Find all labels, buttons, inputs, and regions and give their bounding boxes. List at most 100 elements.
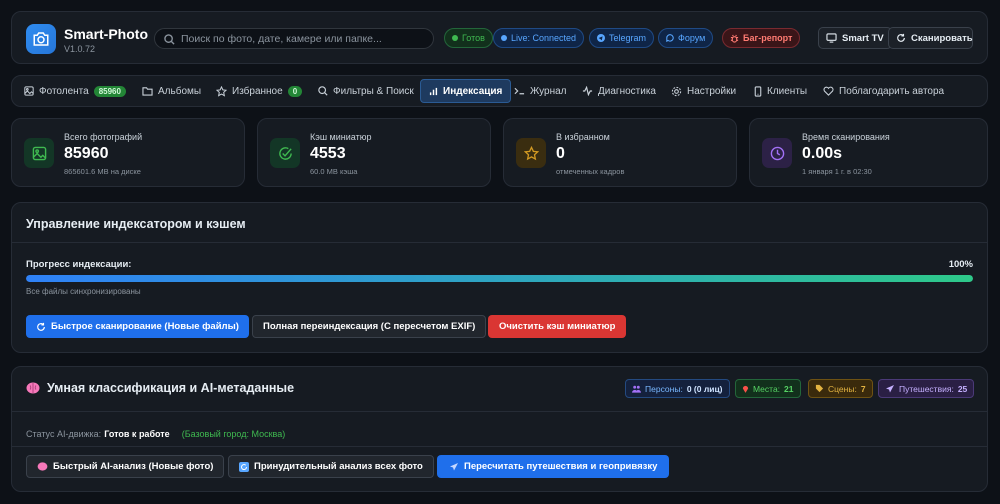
clock-icon: [762, 138, 792, 168]
full-reindex-label: Полная переиндексация (С пересчетом EXIF…: [263, 321, 476, 332]
camera-logo-icon: [26, 24, 56, 54]
scan-label: Сканировать: [911, 32, 973, 44]
tab-settings[interactable]: Настройки: [671, 79, 736, 103]
tab-label: Журнал: [530, 85, 567, 97]
phone-icon: [754, 85, 762, 97]
progress-label: Прогресс индексации:: [26, 259, 132, 270]
bug-report-button[interactable]: Баг-репорт: [722, 28, 801, 48]
refresh-icon: [896, 33, 906, 43]
ai-title: Умная классификация и AI-метаданные: [47, 381, 295, 395]
chat-icon: [666, 34, 674, 42]
stat-sub: отмеченных кадров: [556, 167, 625, 176]
telegram-link[interactable]: Telegram: [589, 28, 655, 48]
tag-icon: [815, 384, 824, 393]
tab-thank-author[interactable]: Поблагодарить автора: [823, 79, 944, 103]
tab-indexing[interactable]: Индексация: [420, 79, 512, 103]
progress-percent: 100%: [948, 259, 973, 270]
tag-label: Места:: [753, 383, 781, 394]
recalc-trips-button[interactable]: Пересчитать путешествия и геопривязку: [437, 455, 670, 478]
app-name: Smart-Photo: [64, 26, 148, 42]
search-placeholder: Поиск по фото, дате, камере или папке...: [181, 33, 382, 45]
star-icon: [516, 138, 546, 168]
tag-label: Путешествия:: [899, 383, 954, 394]
brain-icon: [26, 382, 40, 394]
clear-cache-button[interactable]: Очистить кэш миниатюр: [488, 315, 627, 338]
status-ready-label: Готов: [462, 33, 485, 43]
app-version: V1.0.72: [64, 44, 96, 54]
gear-icon: [671, 86, 682, 97]
persons-tag: Персоны: 0 (0 лиц): [625, 379, 730, 398]
recalc-trips-label: Пересчитать путешествия и геопривязку: [464, 461, 658, 472]
status-badge-ready: Готов: [444, 28, 493, 48]
full-reindex-button[interactable]: Полная переиндексация (С пересчетом EXIF…: [252, 315, 487, 338]
stat-value: 4553: [310, 145, 346, 162]
tab-label: Диагностика: [598, 85, 656, 97]
folder-icon: [142, 86, 153, 96]
tv-icon: [826, 33, 837, 43]
progress-fill: [26, 275, 973, 282]
tab-log[interactable]: Журнал: [514, 79, 567, 103]
image-icon: [24, 138, 54, 168]
stat-label: В избранном: [556, 132, 610, 142]
star-icon: [216, 85, 227, 97]
tab-favorites[interactable]: Избранное 0: [216, 79, 303, 103]
people-icon: [632, 385, 641, 393]
activity-icon: [582, 86, 593, 96]
tab-clients[interactable]: Клиенты: [754, 79, 807, 103]
live-status-badge: Live: Connected: [493, 28, 585, 48]
search-input[interactable]: Поиск по фото, дате, камере или папке...: [154, 28, 434, 49]
telegram-label: Telegram: [609, 33, 647, 43]
top-bar: Smart-Photo V1.0.72 Поиск по фото, дате,…: [11, 11, 988, 64]
tab-filters-search[interactable]: Фильтры & Поиск: [318, 79, 414, 103]
places-tag: Места: 21: [735, 379, 801, 398]
progress-status: Все файлы синхронизированы: [26, 287, 141, 296]
tab-label: Фотолента: [39, 85, 89, 97]
telegram-icon: [597, 34, 605, 42]
live-label: Live: Connected: [511, 33, 577, 43]
tab-label: Клиенты: [767, 85, 808, 97]
bar-chart-icon: [429, 87, 438, 96]
status-dot-icon: [452, 35, 458, 41]
stat-sub: 865601.6 MB на диске: [64, 167, 141, 176]
tab-diagnostics[interactable]: Диагностика: [582, 79, 656, 103]
forum-link[interactable]: Форум: [658, 28, 714, 48]
pin-icon: [742, 384, 749, 393]
stat-label: Кэш миниатюр: [310, 132, 372, 142]
tab-badge: 0: [287, 85, 303, 97]
ai-title-row: Умная классификация и AI-метаданные: [26, 381, 294, 395]
force-analysis-button[interactable]: Принудительный анализ всех фото: [228, 455, 434, 478]
tab-photo-feed[interactable]: Фотолента 85960: [24, 79, 126, 103]
tab-label: Фильтры & Поиск: [333, 85, 414, 97]
terminal-icon: [514, 86, 525, 96]
tab-label: Индексация: [443, 85, 503, 97]
tab-albums[interactable]: Альбомы: [142, 79, 201, 103]
divider: [12, 446, 987, 447]
tag-value: 21: [784, 383, 794, 394]
quick-scan-button[interactable]: Быстрое сканирование (Новые файлы): [26, 315, 249, 338]
trips-tag: Путешествия: 25: [878, 379, 975, 398]
scan-button[interactable]: Сканировать: [888, 27, 973, 49]
divider: [12, 411, 987, 412]
stat-value: 0.00s: [802, 145, 843, 162]
stat-value: 85960: [64, 145, 109, 162]
stat-card-favorites: В избранном 0 отмеченных кадров: [503, 118, 737, 187]
bug-icon: [730, 34, 739, 43]
tab-label: Поблагодарить автора: [839, 85, 945, 97]
refresh-icon: [36, 322, 46, 332]
force-analysis-label: Принудительный анализ всех фото: [254, 461, 423, 472]
quick-ai-label: Быстрый AI-анализ (Новые фото): [53, 461, 214, 472]
ai-status-row: Статус AI-движка: Готов к работе (Базовы…: [26, 429, 285, 439]
tag-value: 7: [860, 383, 866, 394]
image-icon: [24, 86, 34, 96]
stat-label: Всего фотографий: [64, 132, 143, 142]
base-city: (Базовый город: Москва): [181, 429, 286, 439]
plane-icon: [885, 384, 895, 394]
nav-tabs: Фотолента 85960 Альбомы Избранное 0 Филь…: [11, 75, 988, 107]
smart-tv-button[interactable]: Smart TV: [818, 27, 892, 49]
tab-label: Избранное: [232, 85, 283, 97]
stat-card-thumbnail-cache: Кэш миниатюр 4553 60.0 MB кэша: [257, 118, 491, 187]
live-dot-icon: [501, 35, 507, 41]
ai-status-value: Готов к работе: [104, 429, 170, 439]
tag-value: 0 (0 лиц): [686, 383, 723, 394]
quick-ai-analysis-button[interactable]: Быстрый AI-анализ (Новые фото): [26, 455, 225, 478]
